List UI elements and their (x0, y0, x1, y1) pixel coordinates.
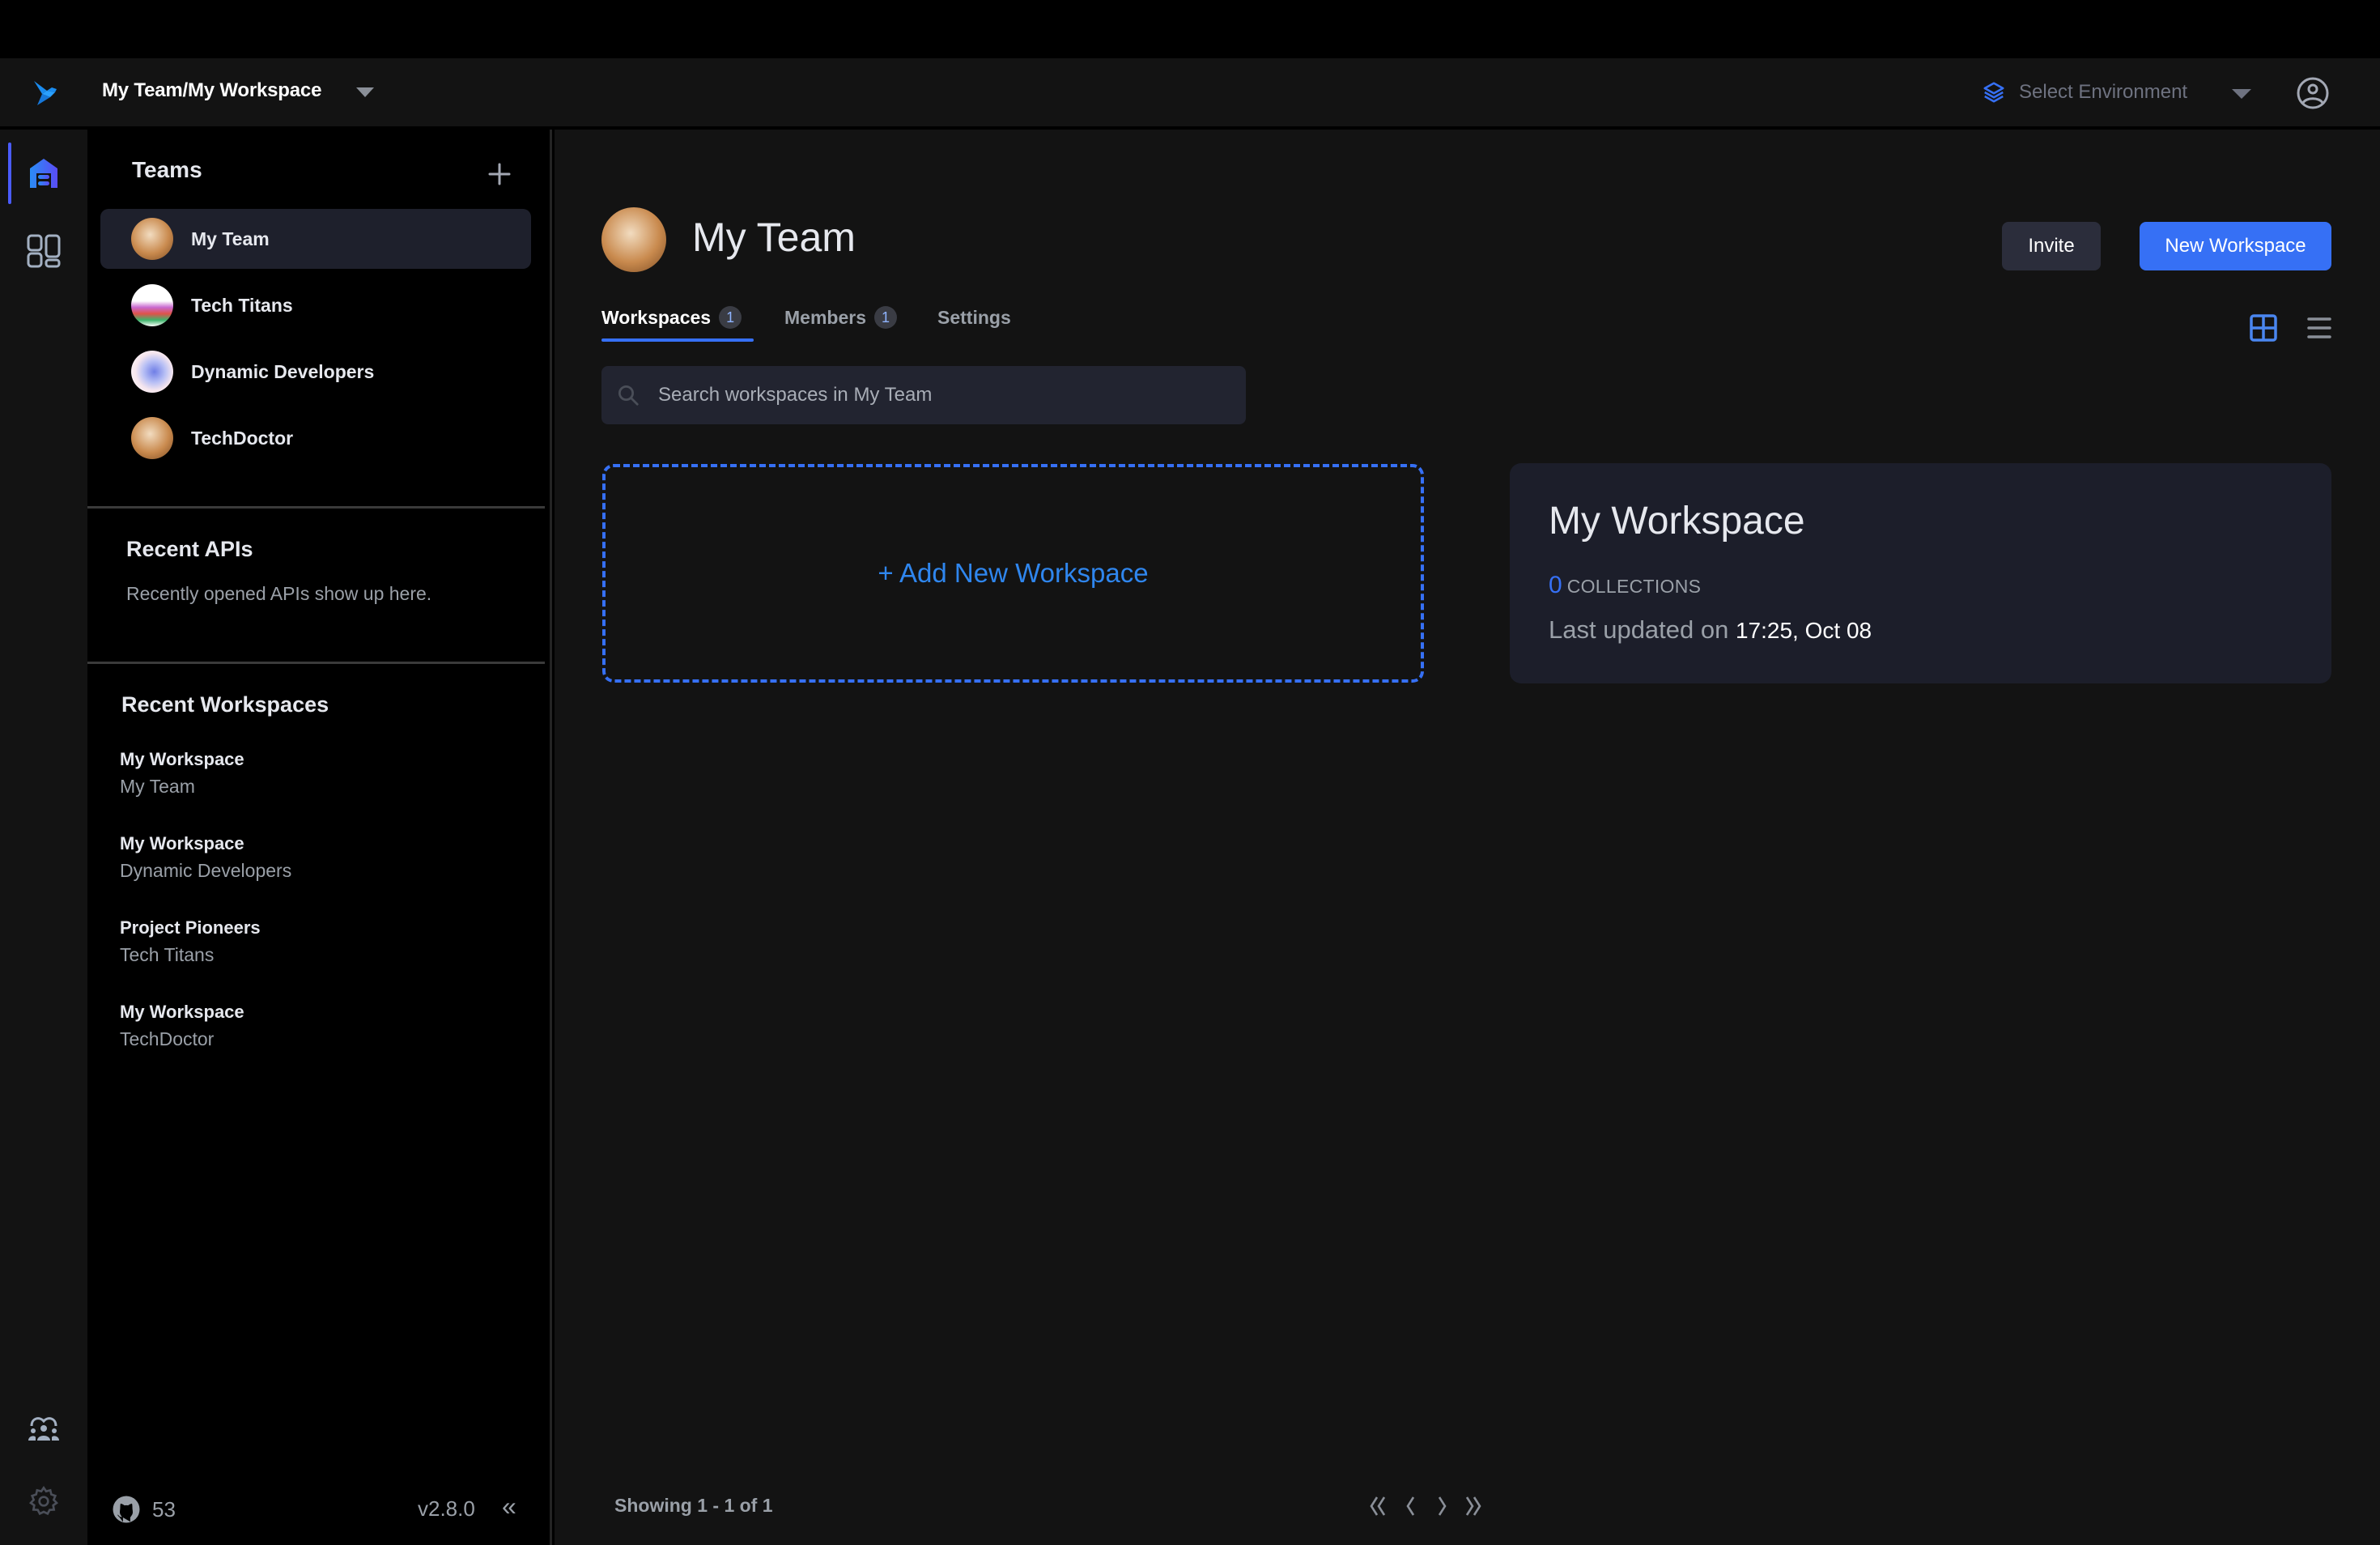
invite-button[interactable]: Invite (2002, 222, 2101, 270)
chevrons-right-icon (1465, 1496, 1481, 1516)
previous-page-button[interactable] (1396, 1490, 1424, 1522)
home-icon (30, 159, 57, 188)
recent-workspace-team: Dynamic Developers (120, 860, 292, 881)
workspace-last-updated: Last updated on 17:25, Oct 08 (1549, 615, 1872, 645)
add-new-workspace-label: + Add New Workspace (878, 558, 1149, 588)
recent-workspace-team: TechDoctor (120, 1028, 215, 1049)
last-updated-timestamp: 17:25, Oct 08 (1735, 618, 1872, 643)
add-new-workspace-card[interactable]: + Add New Workspace (602, 464, 1424, 683)
environment-selector[interactable]: Select Environment (1982, 76, 2187, 109)
rail-item-community[interactable] (24, 1409, 63, 1448)
main-content: My Team Invite New Workspace Workspaces … (555, 130, 2380, 1545)
team-item-tech-titans[interactable]: Tech Titans (100, 275, 531, 335)
next-page-button[interactable] (1429, 1490, 1456, 1522)
search-input[interactable] (658, 384, 1225, 406)
recent-workspace-name: My Workspace (120, 749, 244, 769)
window-top-bar (0, 0, 2380, 58)
workspace-card[interactable]: My Workspace 0 COLLECTIONS Last updated … (1510, 463, 2331, 683)
page-title: My Team (692, 215, 856, 260)
recent-workspace-name: My Workspace (120, 833, 244, 853)
chevrons-left-icon (1370, 1496, 1386, 1516)
list-view-icon[interactable] (2306, 316, 2332, 340)
sparrow-bird-icon[interactable] (31, 78, 60, 107)
rail-active-indicator (8, 143, 11, 204)
last-updated-prefix: Last updated on (1549, 615, 1729, 644)
github-star-count: 53 (152, 1496, 176, 1522)
tab-settings[interactable]: Settings (937, 301, 1011, 334)
sidebar-divider (87, 662, 545, 664)
pagination-summary: Showing 1 - 1 of 1 (614, 1495, 773, 1516)
app-version: v2.8.0 (418, 1496, 475, 1521)
github-icon (113, 1496, 140, 1523)
tab-members[interactable]: Members 1 (784, 301, 897, 334)
rail-item-workspaces[interactable] (24, 232, 63, 270)
team-avatar-large (601, 207, 666, 272)
grid-view-icon[interactable] (2250, 314, 2277, 342)
teams-heading: Teams (132, 157, 202, 182)
collections-label: COLLECTIONS (1566, 576, 1702, 597)
tab-label: Members (784, 306, 866, 328)
search-icon (618, 385, 639, 406)
left-nav-rail (0, 130, 87, 1545)
chevron-right-icon (1438, 1496, 1447, 1516)
first-page-button[interactable] (1364, 1490, 1392, 1522)
team-item-techdoctor[interactable]: TechDoctor (100, 408, 531, 468)
workspace-path-title[interactable]: My Team/My Workspace (102, 79, 321, 102)
team-name: My Team (191, 228, 270, 249)
last-page-button[interactable] (1460, 1490, 1487, 1522)
recent-workspace-item[interactable]: Project Pioneers Tech Titans (120, 915, 261, 968)
workspace-search (601, 366, 1246, 424)
tab-label: Workspaces (601, 306, 712, 328)
chevron-left-icon (1406, 1496, 1415, 1516)
recent-workspace-item[interactable]: My Workspace Dynamic Developers (120, 831, 291, 884)
teams-sidebar: Teams My Team Tech Titans Dynamic Develo… (87, 130, 552, 1545)
gear-icon (28, 1485, 59, 1516)
recent-apis-empty-text: Recently opened APIs show up here. (126, 583, 432, 604)
collections-count: 0 (1549, 572, 1562, 598)
recent-workspace-item[interactable]: My Workspace TechDoctor (120, 999, 244, 1053)
app-header: My Team/My Workspace Select Environment (0, 58, 2380, 126)
tab-label: Settings (937, 306, 1011, 328)
rail-item-home[interactable] (24, 154, 63, 193)
team-name: Dynamic Developers (191, 360, 375, 382)
environment-caret-icon[interactable] (2232, 89, 2251, 99)
user-circle-icon[interactable] (2296, 76, 2330, 110)
community-icon (28, 1417, 59, 1441)
workspace-collections: 0 COLLECTIONS (1549, 572, 1701, 599)
dashboard-grid-icon (27, 234, 61, 268)
recent-workspace-name: Project Pioneers (120, 917, 261, 938)
new-workspace-button[interactable]: New Workspace (2140, 222, 2331, 270)
recent-workspace-team: My Team (120, 776, 195, 797)
recent-workspace-team: Tech Titans (120, 944, 215, 965)
recent-workspace-name: My Workspace (120, 1002, 244, 1022)
sidebar-divider (87, 506, 545, 509)
tab-workspaces[interactable]: Workspaces 1 (601, 301, 742, 334)
add-team-icon[interactable] (486, 160, 513, 188)
active-tab-indicator (601, 338, 754, 342)
recent-workspace-item[interactable]: My Workspace My Team (120, 747, 244, 800)
workspace-switcher-caret-icon[interactable] (356, 87, 374, 97)
recent-apis-heading: Recent APIs (126, 537, 253, 561)
team-avatar (131, 284, 173, 326)
layers-icon (1983, 82, 2004, 103)
tab-count-badge: 1 (873, 306, 897, 329)
team-avatar (131, 351, 173, 393)
team-item-my-team[interactable]: My Team (100, 209, 531, 269)
workspace-card-title: My Workspace (1549, 500, 1805, 543)
team-name: TechDoctor (191, 427, 294, 449)
team-avatar (131, 417, 173, 459)
collapse-sidebar-icon[interactable]: « (502, 1492, 516, 1522)
team-item-dynamic-developers[interactable]: Dynamic Developers (100, 342, 531, 402)
tab-count-badge: 1 (719, 306, 742, 329)
recent-workspaces-heading: Recent Workspaces (121, 692, 329, 717)
team-avatar (131, 218, 173, 260)
environment-selector-label: Select Environment (2019, 81, 2188, 103)
rail-item-settings[interactable] (24, 1482, 63, 1521)
team-name: Tech Titans (191, 294, 293, 316)
github-link[interactable]: 53 (112, 1495, 176, 1524)
